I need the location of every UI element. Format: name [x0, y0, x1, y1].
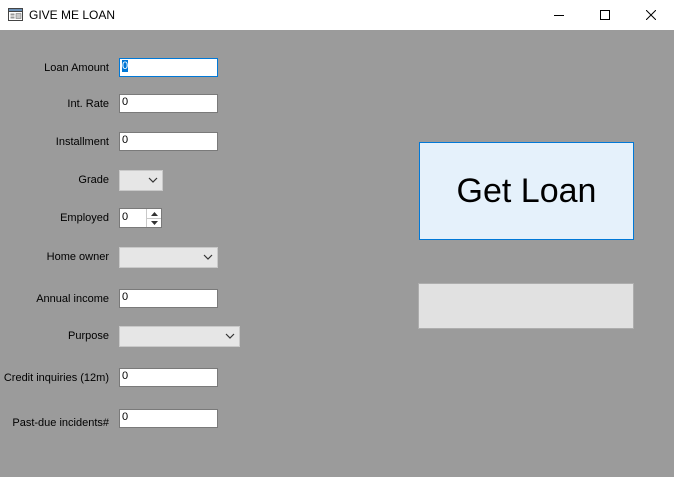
loan-amount-label: Loan Amount: [44, 62, 109, 74]
credit-inquiries-label: Credit inquiries (12m): [3, 372, 109, 384]
credit-inquiries-input[interactable]: 0: [119, 368, 218, 387]
int-rate-input[interactable]: 0: [119, 94, 218, 113]
app-form-icon: [8, 8, 23, 21]
past-due-incidents-label: Past-due incidents#: [12, 417, 109, 429]
title-bar: GIVE ME LOAN: [0, 0, 674, 30]
window-title: GIVE ME LOAN: [29, 8, 116, 22]
grade-select[interactable]: [119, 170, 163, 191]
minimize-button[interactable]: [536, 0, 582, 30]
chevron-down-icon: [203, 254, 213, 260]
purpose-label: Purpose: [68, 330, 109, 342]
result-output: [418, 283, 634, 329]
home-owner-label: Home owner: [46, 251, 109, 263]
chevron-down-icon: [225, 333, 235, 339]
loan-amount-input[interactable]: 0: [119, 58, 218, 77]
close-icon: [646, 10, 656, 20]
stepper-down-button[interactable]: [147, 218, 161, 227]
annual-income-input[interactable]: 0: [119, 289, 218, 308]
installment-label: Installment: [55, 136, 109, 148]
minimize-icon: [554, 15, 564, 16]
stepper-buttons: [146, 209, 161, 227]
maximize-icon: [600, 10, 610, 20]
home-owner-select[interactable]: [119, 247, 218, 268]
close-button[interactable]: [628, 0, 674, 30]
purpose-select[interactable]: [119, 326, 240, 347]
installment-input[interactable]: 0: [119, 132, 218, 151]
grade-label: Grade: [78, 174, 109, 186]
maximize-button[interactable]: [582, 0, 628, 30]
employed-stepper[interactable]: 0: [119, 208, 162, 228]
annual-income-label: Annual income: [36, 293, 109, 305]
employed-value: 0: [122, 211, 129, 223]
caret-down-icon: [150, 220, 158, 225]
caret-up-icon: [150, 211, 158, 216]
chevron-down-icon: [148, 177, 158, 183]
get-loan-button[interactable]: Get Loan: [419, 142, 634, 240]
loan-amount-value: 0: [122, 60, 129, 72]
past-due-incidents-input[interactable]: 0: [119, 409, 218, 428]
int-rate-label: Int. Rate: [67, 98, 109, 110]
employed-label: Employed: [60, 212, 109, 224]
